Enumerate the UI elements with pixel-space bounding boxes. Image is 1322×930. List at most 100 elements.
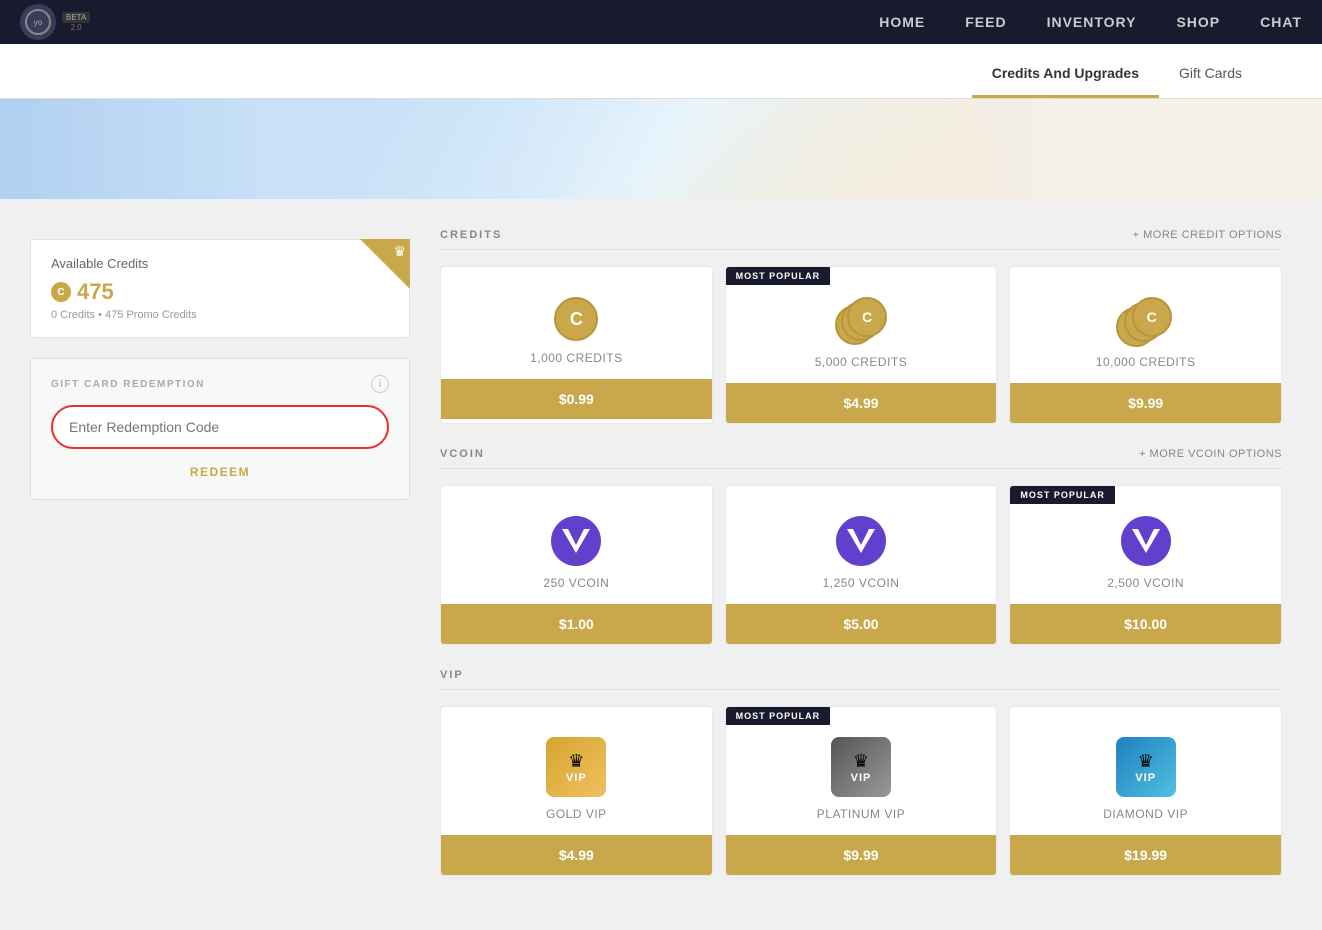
main-content: Available Credits C 475 0 Credits • 475 … xyxy=(0,199,1322,930)
more-vcoin-link[interactable]: + MORE VCOIN OPTIONS xyxy=(1139,448,1282,460)
vcoin-card-250: 250 VCOIN $1.00 xyxy=(440,485,713,645)
vcoin-price-btn-250[interactable]: $1.00 xyxy=(441,604,712,644)
vcoin-icon-1250 xyxy=(836,516,886,566)
vcoin-label-2500: 2,500 VCOIN xyxy=(1022,576,1269,590)
vip-card-platinum: MOST POPULAR ♛ VIP PLATINUM VIP $9.99 xyxy=(725,706,998,876)
credits-price-btn-10000[interactable]: $9.99 xyxy=(1010,383,1281,423)
beta-label: BETA xyxy=(62,12,90,23)
vip-label-platinum: PLATINUM VIP xyxy=(738,807,985,821)
beta-badge: BETA 2.0 xyxy=(62,12,90,32)
credits-number: 475 xyxy=(77,279,114,305)
credits-box: Available Credits C 475 0 Credits • 475 … xyxy=(30,239,410,338)
diamond-vip-text: VIP xyxy=(1135,772,1156,784)
right-panel: CREDITS + MORE CREDIT OPTIONS C 1,000 CR… xyxy=(440,219,1282,910)
vcoin-card-1250: 1,250 VCOIN $5.00 xyxy=(725,485,998,645)
redemption-input[interactable] xyxy=(51,405,389,449)
credits-label-1000: 1,000 CREDITS xyxy=(453,351,700,365)
crown-badge: ♛ xyxy=(360,239,410,289)
gift-card-section: GIFT CARD REDEMPTION i REDEEM xyxy=(30,358,410,500)
navbar: yo BETA 2.0 HOME FEED INVENTORY SHOP CHA… xyxy=(0,0,1322,44)
coin-icon-triple: C C C xyxy=(1022,297,1269,345)
credits-section: CREDITS + MORE CREDIT OPTIONS C 1,000 CR… xyxy=(440,229,1282,424)
coin-stack-double: C C C xyxy=(835,297,887,345)
gold-vip-text: VIP xyxy=(566,772,587,784)
more-credits-link[interactable]: + MORE CREDIT OPTIONS xyxy=(1133,229,1282,241)
vip-price-btn-platinum[interactable]: $9.99 xyxy=(726,835,997,875)
tab-gift-cards[interactable]: Gift Cards xyxy=(1159,51,1262,98)
tab-credits-upgrades[interactable]: Credits And Upgrades xyxy=(972,51,1159,98)
most-popular-badge-vcoin: MOST POPULAR xyxy=(1010,486,1115,504)
platinum-vip-text: VIP xyxy=(851,772,872,784)
vcoin-section: VCOIN + MORE VCOIN OPTIONS 250 VCOIN $1.… xyxy=(440,448,1282,645)
vip-label-gold: GOLD VIP xyxy=(453,807,700,821)
nav-home[interactable]: HOME xyxy=(879,14,925,30)
vcoin-price-btn-2500[interactable]: $10.00 xyxy=(1010,604,1281,644)
nav-shop[interactable]: SHOP xyxy=(1176,14,1220,30)
vcoin-v-svg-2 xyxy=(847,529,875,553)
subnav: Credits And Upgrades Gift Cards xyxy=(0,44,1322,99)
gift-card-title: GIFT CARD REDEMPTION xyxy=(51,379,205,390)
credits-label-10000: 10,000 CREDITS xyxy=(1022,355,1269,369)
vcoin-icon-2500 xyxy=(1121,516,1171,566)
logo-inner: yo xyxy=(25,9,51,35)
left-panel: Available Credits C 475 0 Credits • 475 … xyxy=(0,219,440,910)
coin-front: C xyxy=(847,297,887,337)
vip-card-gold: ♛ VIP GOLD VIP $4.99 xyxy=(440,706,713,876)
nav-links: HOME FEED INVENTORY SHOP CHAT xyxy=(879,14,1302,30)
credits-card-1000: C 1,000 CREDITS $0.99 xyxy=(440,266,713,424)
vip-label-diamond: DIAMOND VIP xyxy=(1022,807,1269,821)
credits-card-5000: MOST POPULAR C C C 5,000 CREDITS $4.99 xyxy=(725,266,998,424)
vcoin-v-svg-3 xyxy=(1132,529,1160,553)
vcoin-price-btn-1250[interactable]: $5.00 xyxy=(726,604,997,644)
hero-banner xyxy=(0,99,1322,199)
vip-section: VIP ♛ VIP GOLD VIP $4.99 MOST POPULAR ♛ xyxy=(440,669,1282,876)
vip-section-title: VIP xyxy=(440,669,464,681)
credits-box-wrapper: Available Credits C 475 0 Credits • 475 … xyxy=(30,239,410,338)
nav-feed[interactable]: FEED xyxy=(965,14,1006,30)
vcoin-section-title: VCOIN xyxy=(440,448,485,460)
coin-icon-double: C C C xyxy=(738,297,985,345)
gold-crown-icon: ♛ xyxy=(568,751,584,772)
diamond-vip-icon: ♛ VIP xyxy=(1116,737,1176,797)
nav-chat[interactable]: CHAT xyxy=(1260,14,1302,30)
coin-single-icon: C xyxy=(554,297,598,341)
credits-breakdown: 0 Credits • 475 Promo Credits xyxy=(51,309,389,321)
credits-price-btn-1000[interactable]: $0.99 xyxy=(441,379,712,419)
vip-cards-grid: ♛ VIP GOLD VIP $4.99 MOST POPULAR ♛ VIP … xyxy=(440,706,1282,876)
diamond-crown-icon: ♛ xyxy=(1138,751,1154,772)
logo-area: yo BETA 2.0 xyxy=(20,4,98,40)
vip-price-btn-diamond[interactable]: $19.99 xyxy=(1010,835,1281,875)
credits-title: Available Credits xyxy=(51,256,389,271)
credits-label-5000: 5,000 CREDITS xyxy=(738,355,985,369)
coin-icon-single: C xyxy=(453,297,700,341)
credits-amount-row: C 475 xyxy=(51,279,389,305)
platinum-vip-icon: ♛ VIP xyxy=(831,737,891,797)
vip-section-header: VIP xyxy=(440,669,1282,690)
gold-vip-icon: ♛ VIP xyxy=(546,737,606,797)
credits-coin-icon: C xyxy=(51,282,71,302)
credits-section-title: CREDITS xyxy=(440,229,502,241)
vcoin-label-1250: 1,250 VCOIN xyxy=(738,576,985,590)
logo-text: yo xyxy=(34,18,42,27)
vip-card-diamond: ♛ VIP DIAMOND VIP $19.99 xyxy=(1009,706,1282,876)
logo-icon: yo xyxy=(20,4,56,40)
redeem-button[interactable]: REDEEM xyxy=(51,461,389,483)
vip-price-btn-gold[interactable]: $4.99 xyxy=(441,835,712,875)
vcoin-v-svg xyxy=(562,529,590,553)
nav-inventory[interactable]: INVENTORY xyxy=(1047,14,1137,30)
vcoin-section-header: VCOIN + MORE VCOIN OPTIONS xyxy=(440,448,1282,469)
redemption-input-wrapper xyxy=(51,405,389,449)
vcoin-cards-grid: 250 VCOIN $1.00 1,250 VCOIN $5.00 MOST P… xyxy=(440,485,1282,645)
credits-card-10000: C C C 10,000 CREDITS $9.99 xyxy=(1009,266,1282,424)
platinum-crown-icon: ♛ xyxy=(853,751,869,772)
vcoin-icon-250 xyxy=(551,516,601,566)
credits-cards-grid: C 1,000 CREDITS $0.99 MOST POPULAR C C C xyxy=(440,266,1282,424)
coin-t-front: C xyxy=(1132,297,1172,337)
info-icon[interactable]: i xyxy=(371,375,389,393)
version-text: 2.0 xyxy=(71,23,82,32)
crown-icon: ♛ xyxy=(393,243,406,260)
most-popular-badge-vip: MOST POPULAR xyxy=(726,707,831,725)
credits-price-btn-5000[interactable]: $4.99 xyxy=(726,383,997,423)
coin-symbol: C xyxy=(57,287,64,298)
coin-c-label: C xyxy=(570,309,583,330)
